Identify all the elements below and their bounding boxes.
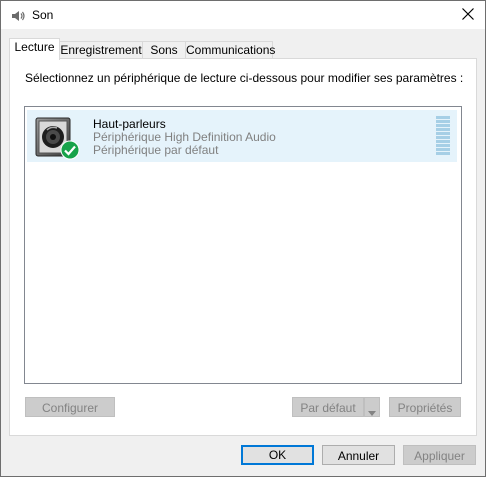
button-label: OK xyxy=(268,448,287,462)
tab-label: Lecture xyxy=(14,40,55,54)
close-icon xyxy=(462,7,474,23)
button-label: Par défaut xyxy=(300,401,356,415)
tab-sons[interactable]: Sons xyxy=(142,41,186,59)
tab-communications[interactable]: Communications xyxy=(185,41,276,59)
configure-button[interactable]: Configurer xyxy=(25,397,115,417)
set-default-dropdown[interactable] xyxy=(364,397,380,417)
tab-label: Communications xyxy=(186,43,276,57)
properties-button[interactable]: Propriétés xyxy=(389,397,461,417)
tab-lecture[interactable]: Lecture xyxy=(9,38,60,60)
device-name: Haut-parleurs xyxy=(93,117,166,131)
button-label: Configurer xyxy=(41,401,99,415)
playback-panel: Sélectionnez un périphérique de lecture … xyxy=(9,58,477,436)
close-button[interactable] xyxy=(451,1,485,29)
device-description: Périphérique High Definition Audio xyxy=(93,130,276,144)
button-label: Appliquer xyxy=(414,449,465,463)
cancel-button[interactable]: Annuler xyxy=(322,445,395,465)
default-check-icon xyxy=(60,140,80,160)
volume-level-meter xyxy=(436,116,450,158)
ok-button[interactable]: OK xyxy=(241,445,314,465)
device-list[interactable]: Haut-parleurs Périphérique High Definiti… xyxy=(24,106,462,384)
tab-label: Enregistrement xyxy=(60,43,142,57)
button-label: Propriétés xyxy=(397,401,453,415)
title-bar: Son xyxy=(1,1,485,29)
speaker-icon xyxy=(10,8,26,24)
device-status: Périphérique par défaut xyxy=(93,143,219,157)
list-item[interactable]: Haut-parleurs Périphérique High Definiti… xyxy=(27,110,457,162)
apply-button[interactable]: Appliquer xyxy=(403,445,476,465)
tab-enregistrement[interactable]: Enregistrement xyxy=(59,41,143,59)
sound-dialog: Son Lecture Enregistrement Sons Communic… xyxy=(0,0,486,477)
chevron-down-icon xyxy=(368,405,376,419)
button-label: Annuler xyxy=(337,449,380,463)
set-default-button[interactable]: Par défaut xyxy=(292,397,364,417)
window-title: Son xyxy=(32,8,54,22)
tab-label: Sons xyxy=(150,43,178,57)
instructions-text: Sélectionnez un périphérique de lecture … xyxy=(25,71,464,85)
